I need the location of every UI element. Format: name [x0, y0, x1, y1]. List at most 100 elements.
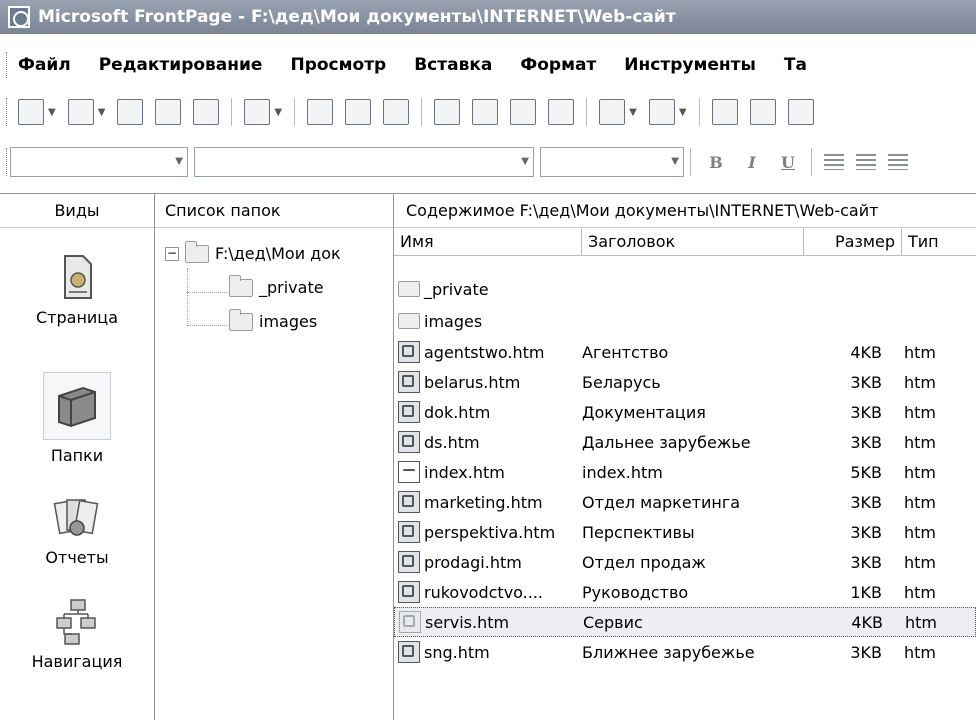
open-dropdown-icon[interactable]: ▼ — [98, 107, 106, 118]
align-right-icon[interactable] — [888, 154, 908, 170]
chevron-down-icon: ▼ — [671, 156, 679, 167]
publish-icon[interactable] — [155, 99, 182, 125]
table-dropdown-icon[interactable]: ▼ — [274, 107, 282, 118]
menu-edit[interactable]: Редактирование — [99, 55, 263, 75]
file-type: htm — [904, 582, 936, 602]
view-folders-label: Папки — [50, 446, 104, 465]
insert-table-icon[interactable] — [244, 99, 271, 125]
column-title[interactable]: Заголовок — [582, 228, 804, 256]
toolbar-separator — [811, 148, 812, 176]
table-row[interactable]: sng.htm Ближнее зарубежье 3KB htm — [394, 637, 976, 667]
spelling-icon[interactable] — [383, 99, 410, 125]
list-item-folder-private[interactable]: _private — [394, 274, 976, 304]
underline-button[interactable]: U — [775, 153, 801, 172]
font-size-select[interactable]: ▼ — [540, 147, 684, 177]
file-type: htm — [904, 552, 936, 572]
view-navigation-label: Навигация — [31, 652, 123, 671]
tree-item-images[interactable]: images — [229, 308, 317, 331]
column-name[interactable]: Имя — [394, 228, 582, 256]
format-painter-icon[interactable] — [548, 99, 575, 125]
font-select[interactable]: ▼ — [194, 147, 534, 177]
view-navigation-button[interactable]: Навигация — [0, 596, 154, 671]
view-reports-button[interactable]: Отчеты — [0, 492, 154, 567]
undo-icon[interactable] — [599, 99, 626, 125]
web-page-icon — [398, 431, 420, 453]
web-page-icon — [398, 551, 420, 573]
align-left-icon[interactable] — [824, 154, 844, 170]
collapse-icon[interactable]: − — [165, 246, 179, 261]
bold-button[interactable]: B — [703, 153, 729, 172]
web-page-icon — [398, 401, 420, 423]
align-center-icon[interactable] — [856, 154, 876, 170]
menu-tools[interactable]: Инструменты — [624, 55, 756, 75]
menu-view[interactable]: Просмотр — [290, 55, 386, 75]
new-dropdown-icon[interactable]: ▼ — [48, 107, 56, 118]
insert-frame-icon[interactable] — [749, 99, 776, 125]
web-page-icon — [398, 371, 420, 393]
toolbar-grip[interactable] — [6, 98, 9, 126]
view-page-button[interactable]: Страница — [0, 252, 154, 327]
folder-list-pane: Список папок − F:\дед\Мои док _private i… — [155, 194, 393, 720]
cut-icon[interactable] — [434, 99, 461, 125]
selected-view-frame — [43, 372, 111, 440]
table-row[interactable]: index.htm index.htm 5KB htm — [394, 457, 976, 487]
web-component-icon[interactable] — [711, 99, 738, 125]
file-size: 3KB — [850, 552, 882, 572]
table-row[interactable]: prodagi.htm Отдел продаж 3KB htm — [394, 547, 976, 577]
italic-button[interactable]: I — [739, 153, 765, 172]
table-row[interactable]: ds.htm Дальнее зарубежье 3KB htm — [394, 427, 976, 457]
paste-icon[interactable] — [510, 99, 537, 125]
file-type: htm — [904, 432, 936, 452]
menu-file[interactable]: Файл — [18, 55, 71, 75]
file-size: 3KB — [850, 432, 882, 452]
copy-icon[interactable] — [472, 99, 499, 125]
frontpage-app-icon[interactable] — [8, 6, 30, 28]
style-select[interactable]: ▼ — [10, 147, 188, 177]
views-header: Виды — [0, 194, 154, 228]
redo-icon[interactable] — [648, 99, 675, 125]
list-item-folder-images[interactable]: images — [394, 306, 976, 336]
file-size: 3KB — [850, 372, 882, 392]
menu-grip[interactable] — [6, 52, 9, 78]
column-size[interactable]: Размер — [804, 228, 902, 256]
table-row[interactable]: dok.htm Документация 3KB htm — [394, 397, 976, 427]
file-name: servis.htm — [425, 612, 510, 632]
folder-list-icon[interactable] — [193, 99, 220, 125]
table-row-selected[interactable]: servis.htm Сервис 4KB htm — [394, 607, 976, 637]
title-bar: Microsoft FrontPage - F:\дед\Мои докумен… — [0, 0, 976, 34]
view-folders-button[interactable]: Папки — [0, 372, 154, 465]
table-row[interactable]: belarus.htm Беларусь 3KB htm — [394, 367, 976, 397]
table-row[interactable]: marketing.htm Отдел маркетинга 3KB htm — [394, 487, 976, 517]
file-size: 5KB — [850, 462, 882, 482]
undo-dropdown-icon[interactable]: ▼ — [629, 107, 637, 118]
table-row[interactable]: rukovodctvo.... Руководство 1KB htm — [394, 577, 976, 607]
save-icon[interactable] — [117, 99, 144, 125]
folder-icon — [185, 240, 209, 263]
tree-item-private[interactable]: _private — [229, 274, 324, 297]
new-page-icon[interactable] — [18, 99, 44, 125]
redo-dropdown-icon[interactable]: ▼ — [679, 107, 687, 118]
toolbar-separator — [698, 98, 700, 126]
menu-table[interactable]: Та — [784, 55, 807, 75]
chevron-down-icon: ▼ — [521, 156, 529, 167]
menu-insert[interactable]: Вставка — [414, 55, 492, 75]
view-reports-label: Отчеты — [45, 548, 109, 567]
table-row[interactable]: agentstwo.htm Агентство 4KB htm — [394, 337, 976, 367]
column-type[interactable]: Тип — [902, 228, 976, 256]
table-row[interactable]: perspektiva.htm Перспективы 3KB htm — [394, 517, 976, 547]
file-size: 4KB — [851, 612, 883, 632]
print-preview-icon[interactable] — [345, 99, 372, 125]
web-page-icon — [398, 641, 420, 663]
file-title: Сервис — [583, 612, 643, 632]
reports-view-icon — [53, 499, 99, 536]
file-type: htm — [904, 522, 936, 542]
formatting-toolbar: ▼ ▼ ▼ B I U — [0, 142, 976, 182]
folder-icon — [229, 308, 253, 331]
file-size: 3KB — [850, 522, 882, 542]
print-icon[interactable] — [307, 99, 334, 125]
insert-picture-icon[interactable] — [787, 99, 814, 125]
tree-root-folder[interactable]: − F:\дед\Мои док — [165, 240, 341, 263]
menu-format[interactable]: Формат — [520, 55, 596, 75]
open-icon[interactable] — [67, 99, 94, 125]
toolbar-grip[interactable] — [6, 148, 9, 176]
